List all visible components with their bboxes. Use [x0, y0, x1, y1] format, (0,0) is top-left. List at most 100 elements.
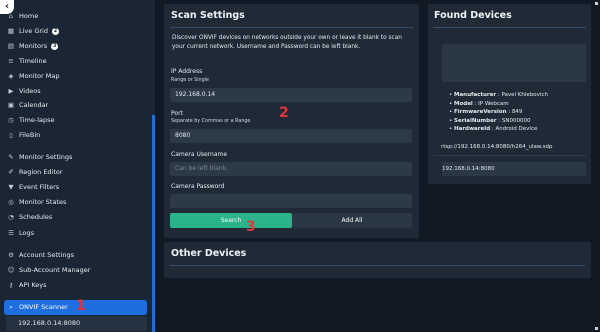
pencil-icon: ✐: [8, 168, 14, 176]
device-detail-serial: • SerialNumber : SN000000: [449, 117, 531, 124]
grid-icon: ▦: [7, 27, 15, 35]
sidebar-item-sub-account-manager[interactable]: ☺ Sub-Account Manager: [0, 263, 150, 278]
users-icon: ☺: [7, 266, 15, 274]
sidebar-item-label: Videos: [19, 87, 41, 95]
firmware-value: 849: [511, 109, 523, 115]
sidebar-item-label: Time-lapse: [19, 116, 55, 124]
key-icon: ⚷: [8, 281, 14, 289]
search-icon: ⌕: [9, 303, 13, 311]
sidebar-item-label: Schedules: [19, 213, 53, 221]
sidebar-item-label: Logs: [19, 229, 34, 237]
monitors-icon: ▤: [7, 42, 15, 50]
manufacturer-key: Manufacturer: [454, 92, 497, 98]
ip-address-hint: Range or Single: [171, 78, 209, 83]
firmware-key: FirmwareVersion: [454, 109, 507, 115]
sidebar-item-schedules[interactable]: ◔ Schedules: [0, 210, 150, 225]
found-devices-title: Found Devices: [434, 10, 512, 21]
serial-key: SerialNumber: [454, 117, 497, 124]
sidebar-item-region-editor[interactable]: ✐ Region Editor: [0, 165, 150, 180]
sidebar-item-videos[interactable]: ▶ Videos: [0, 84, 150, 99]
device-detail-manufacturer: • Manufacturer : Pavel Khlebovich: [449, 92, 548, 98]
ip-address-input[interactable]: 192.168.0.14: [170, 88, 412, 102]
annotation-number-2: 2: [279, 105, 289, 121]
sidebar-item-label: Timeline: [19, 57, 47, 65]
serial-value: SN000000: [501, 117, 531, 124]
count-badge: 2: [51, 28, 59, 35]
sidebar-item-monitor-states[interactable]: ◎ Monitor States: [0, 195, 150, 210]
filter-icon: ▼: [8, 183, 14, 191]
annotation-number-1: 1: [76, 298, 86, 314]
sidebar-item-event-filters[interactable]: ▼ Event Filters: [0, 180, 150, 195]
sidebar-item-label: Account Settings: [19, 251, 74, 259]
sidebar: ‹ ⌂ Home ▦ Live Grid 2 ▤ Monitors 3 ≡ Timeline ◈ Mo…: [0, 0, 155, 332]
sidebar-item-api-keys[interactable]: ⚷ API Keys: [0, 278, 150, 293]
sidebar-item-account-settings[interactable]: ⚙ Account Settings: [0, 248, 150, 263]
sidebar-item-label: Monitor States: [19, 198, 67, 206]
hardware-value: Android Device: [495, 126, 538, 132]
model-value: IP Webcam: [478, 100, 509, 107]
sidebar-item-label: Event Filters: [19, 183, 60, 191]
model-key: Model: [454, 100, 473, 107]
sidebar-item-filebin[interactable]: ▯ FileBin: [0, 128, 150, 143]
device-address: 192.168.0.14:8080: [442, 166, 495, 172]
sidebar-item-label: Home: [19, 12, 39, 20]
states-icon: ◎: [8, 198, 14, 206]
other-devices-title: Other Devices: [171, 248, 247, 259]
scan-description: Discover ONVIF devices on networks outsi…: [172, 35, 402, 50]
sidebar-item-label: Monitor Settings: [19, 153, 73, 161]
sidebar-item-calendar[interactable]: ▣ Calendar: [0, 98, 150, 113]
camera-password-label: Camera Password: [171, 183, 225, 190]
scroll-up-arrow-icon[interactable]: [595, 2, 598, 5]
port-input[interactable]: 8080: [170, 129, 412, 143]
clock-icon: ◔: [8, 213, 14, 221]
sidebar-item-label: Live Grid: [19, 27, 48, 35]
logs-icon: ☰: [8, 229, 14, 237]
videos-icon: ▶: [8, 87, 14, 95]
sidebar-item-timeline[interactable]: ≡ Timeline: [0, 54, 150, 69]
port-value: 8080: [175, 132, 191, 139]
device-preview[interactable]: [442, 44, 586, 82]
camera-username-label: Camera Username: [171, 151, 228, 158]
found-devices-divider: [433, 27, 586, 28]
sidebar-item-time-lapse[interactable]: ◷ Time-lapse: [0, 113, 150, 128]
add-all-button[interactable]: Add All: [292, 213, 412, 228]
count-badge: 3: [51, 43, 59, 50]
device-detail-hardware: • HardwareId : Android Device: [449, 126, 538, 132]
scan-settings-divider: [170, 27, 413, 28]
sidebar-item-live-grid[interactable]: ▦ Live Grid 2: [0, 24, 150, 39]
camera-password-input[interactable]: [170, 194, 412, 208]
calendar-icon: ▣: [7, 101, 15, 109]
sidebar-item-label: Monitors: [19, 42, 48, 50]
scroll-down-arrow-icon[interactable]: [595, 327, 598, 330]
other-devices-divider: [170, 265, 585, 266]
scan-settings-title: Scan Settings: [171, 10, 245, 21]
sidebar-item-monitor-map[interactable]: ◈ Monitor Map: [0, 69, 150, 84]
sidebar-item-logs[interactable]: ☰ Logs: [0, 226, 150, 241]
home-icon: ⌂: [8, 12, 14, 20]
sidebar-subitem-device[interactable]: 192.168.0.14:8080: [6, 316, 147, 331]
sidebar-item-monitors[interactable]: ▤ Monitors 3: [0, 39, 150, 54]
sidebar-item-monitor-settings[interactable]: ✎ Monitor Settings: [0, 150, 150, 165]
device-detail-firmware: • FirmwareVersion : 849: [449, 109, 523, 115]
hardware-key: HardwareId: [454, 126, 491, 132]
sidebar-subitem-label: 192.168.0.14:8080: [18, 319, 81, 327]
map-icon: ◈: [8, 72, 14, 80]
timelapse-icon: ◷: [8, 116, 14, 124]
search-button[interactable]: Search: [170, 213, 292, 228]
manufacturer-value: Pavel Khlebovich: [501, 92, 548, 98]
ip-address-value: 192.168.0.14: [175, 91, 216, 98]
sidebar-item-home[interactable]: ⌂ Home: [0, 9, 150, 24]
camera-username-input[interactable]: Can be left blank.: [170, 162, 412, 176]
sidebar-item-label: API Keys: [19, 281, 47, 289]
wrench-icon: ✎: [8, 153, 14, 161]
sidebar-item-label: ONVIF Scanner: [19, 303, 68, 311]
device-address-item[interactable]: 192.168.0.14:8080: [442, 162, 586, 176]
sidebar-item-label: Region Editor: [19, 168, 63, 176]
found-devices-separator: [433, 155, 586, 156]
filebin-icon: ▯: [9, 131, 13, 139]
camera-username-placeholder: Can be left blank.: [175, 165, 228, 172]
sidebar-item-label: FileBin: [19, 131, 41, 139]
stream-url: rtsp://192.168.0.14:8080/h264_ulaw.sdp: [441, 143, 553, 150]
sidebar-item-label: Calendar: [19, 101, 49, 109]
device-details: • Manufacturer : Pavel Khlebovich • Mode…: [441, 91, 578, 151]
